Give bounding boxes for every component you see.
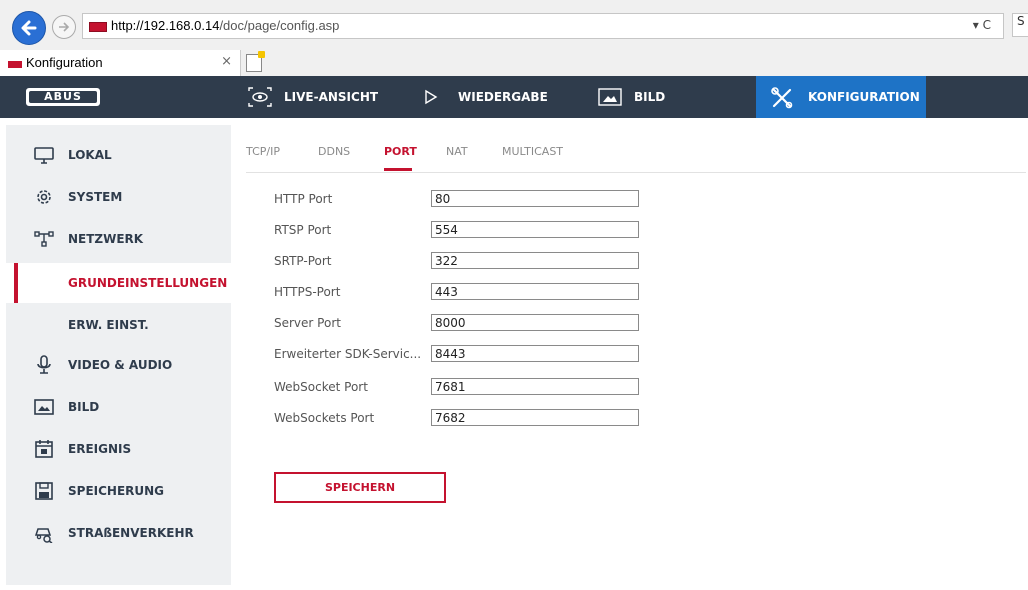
- tools-icon: [771, 87, 793, 109]
- forward-button[interactable]: [52, 15, 76, 39]
- sidebar-item-erw-einst[interactable]: ERW. EINST.: [6, 305, 231, 345]
- abus-logo: ABUS: [26, 88, 100, 106]
- form-row-http-port: HTTP Port: [274, 187, 654, 213]
- http-port-input[interactable]: [431, 190, 639, 207]
- form-row-https-port: HTTPS-Port: [274, 280, 654, 306]
- nav-configuration-label: KONFIGURATION: [808, 90, 920, 104]
- nav-live-label: LIVE-ANSICHT: [284, 90, 379, 104]
- nav-live-view[interactable]: LIVE-ANSICHT: [248, 76, 398, 118]
- image-icon: [34, 399, 54, 415]
- tab-ddns[interactable]: DDNS: [318, 145, 350, 158]
- sidebar: LOKAL SYSTEM NETZWERK GRUNDEINSTELLUNGEN…: [6, 125, 231, 585]
- sidebar-item-video-audio[interactable]: VIDEO & AUDIO: [6, 345, 231, 385]
- tab-port[interactable]: PORT: [384, 145, 417, 158]
- form-row-rtsp-port: RTSP Port: [274, 218, 654, 244]
- server-port-label: Server Port: [274, 316, 341, 330]
- sidebar-item-label: NETZWERK: [68, 232, 144, 246]
- nav-playback-label: WIEDERGABE: [458, 90, 548, 104]
- sidebar-item-system[interactable]: SYSTEM: [6, 177, 231, 217]
- sidebar-item-bild[interactable]: BILD: [6, 387, 231, 427]
- form-row-websocket-port: WebSocket Port: [274, 375, 654, 401]
- form-row-server-port: Server Port: [274, 311, 654, 337]
- network-subtabs: TCP/IP DDNS PORT NAT MULTICAST: [246, 140, 1026, 173]
- rtsp-port-input[interactable]: [431, 221, 639, 238]
- tab-tcpip[interactable]: TCP/IP: [246, 145, 280, 158]
- browser-tab[interactable]: Konfiguration ×: [0, 50, 241, 76]
- tab-favicon-icon: [8, 61, 22, 68]
- form-row-srtp-port: SRTP-Port: [274, 249, 654, 275]
- refresh-dropdown-button[interactable]: ▾ C: [973, 18, 991, 32]
- back-button[interactable]: [12, 11, 46, 45]
- sidebar-item-label: ERW. EINST.: [68, 318, 149, 332]
- sidebar-item-strassenverkehr[interactable]: STRAßENVERKEHR: [6, 513, 231, 553]
- url-input[interactable]: http://192.168.0.14/doc/page/config.asp …: [82, 13, 1004, 39]
- calendar-icon: [35, 440, 53, 458]
- gear-icon: [37, 190, 51, 204]
- http-port-label: HTTP Port: [274, 192, 333, 206]
- server-port-input[interactable]: [431, 314, 639, 331]
- sidebar-item-ereignis[interactable]: EREIGNIS: [6, 429, 231, 469]
- car-search-icon: [34, 528, 53, 543]
- sidebar-item-label: EREIGNIS: [68, 442, 132, 456]
- sidebar-item-label: LOKAL: [68, 148, 112, 162]
- form-row-websockets-port: WebSockets Port: [274, 406, 654, 432]
- microphone-icon: [37, 355, 51, 374]
- https-port-input[interactable]: [431, 283, 639, 300]
- nav-image-label: BILD: [634, 90, 666, 104]
- play-icon: [425, 89, 438, 105]
- websockets-port-input[interactable]: [431, 409, 639, 426]
- tab-nat[interactable]: NAT: [446, 145, 468, 158]
- sidebar-item-label: STRAßENVERKEHR: [68, 526, 194, 540]
- nav-configuration[interactable]: KONFIGURATION: [756, 76, 926, 118]
- sidebar-item-label: BILD: [68, 400, 100, 414]
- sdk-service-port-label: Erweiterter SDK-Servic...: [274, 347, 422, 361]
- new-tab-button[interactable]: [246, 51, 265, 72]
- tab-multicast[interactable]: MULTICAST: [502, 145, 563, 158]
- sidebar-item-lokal[interactable]: LOKAL: [6, 135, 231, 175]
- sdk-service-port-input[interactable]: [431, 345, 639, 362]
- save-button[interactable]: SPEICHERN: [274, 472, 446, 503]
- rtsp-port-label: RTSP Port: [274, 223, 332, 237]
- site-favicon-icon: [89, 22, 107, 32]
- https-port-label: HTTPS-Port: [274, 285, 341, 299]
- tab-close-icon[interactable]: ×: [221, 54, 232, 69]
- active-tab-indicator: [384, 168, 412, 171]
- sidebar-item-speicherung[interactable]: SPEICHERUNG: [6, 471, 231, 511]
- url-text: http://192.168.0.14/doc/page/config.asp: [111, 18, 340, 33]
- arrow-right-icon: [59, 22, 70, 32]
- tab-title: Konfiguration: [26, 55, 103, 70]
- sidebar-item-label: SPEICHERUNG: [68, 484, 165, 498]
- arrow-left-icon: [21, 20, 37, 36]
- sidebar-item-label: GRUNDEINSTELLUNGEN: [68, 276, 228, 290]
- floppy-icon: [35, 482, 53, 500]
- websocket-port-input[interactable]: [431, 378, 639, 395]
- network-icon: [34, 231, 54, 247]
- browser-tab-strip: Konfiguration ×: [0, 50, 1028, 76]
- websockets-port-label: WebSockets Port: [274, 411, 375, 425]
- sidebar-item-grundeinstellungen[interactable]: GRUNDEINSTELLUNGEN: [6, 263, 231, 303]
- form-row-sdk-service-port: Erweiterter SDK-Servic...: [274, 342, 654, 368]
- websocket-port-label: WebSocket Port: [274, 380, 368, 394]
- srtp-port-input[interactable]: [431, 252, 639, 269]
- eye-camera-icon: [248, 87, 272, 107]
- nav-image[interactable]: BILD: [598, 76, 718, 118]
- search-box[interactable]: S: [1012, 13, 1028, 37]
- image-icon: [598, 88, 622, 106]
- sidebar-item-label: SYSTEM: [68, 190, 123, 204]
- srtp-port-label: SRTP-Port: [274, 254, 332, 268]
- monitor-icon: [34, 147, 54, 164]
- nav-playback[interactable]: WIEDERGABE: [424, 76, 574, 118]
- sidebar-item-label: VIDEO & AUDIO: [68, 358, 173, 372]
- sidebar-item-netzwerk[interactable]: NETZWERK: [6, 219, 231, 259]
- main-navigation: ABUS LIVE-ANSICHT WIEDERGABE BILD KONFIG…: [0, 76, 1028, 118]
- browser-address-bar: http://192.168.0.14/doc/page/config.asp …: [0, 0, 1028, 50]
